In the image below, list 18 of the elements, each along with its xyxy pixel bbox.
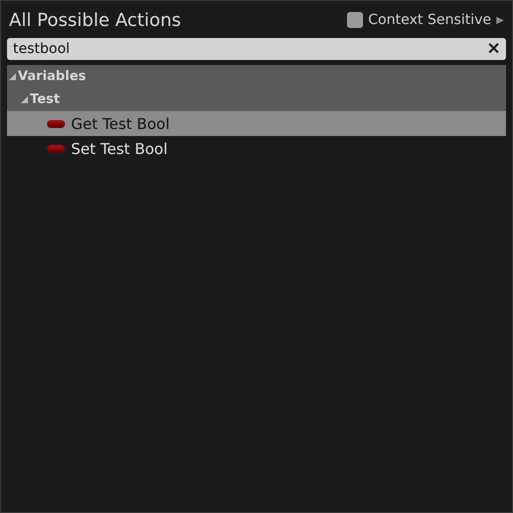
- expand-triangle-icon[interactable]: ◢: [9, 72, 16, 82]
- window-title: All Possible Actions: [9, 10, 181, 30]
- clear-button[interactable]: ✕: [487, 39, 500, 59]
- expand-triangle-icon[interactable]: ◢: [21, 94, 28, 104]
- expand-arrow-icon[interactable]: ▶: [496, 14, 504, 26]
- checkbox-label: Context Sensitive: [368, 12, 492, 28]
- action-item[interactable]: Get Test Bool: [7, 111, 506, 136]
- boolean-pin-icon: [47, 144, 65, 152]
- category-label: Variables: [18, 69, 86, 84]
- category-row[interactable]: ◢Test: [7, 88, 506, 111]
- search-field[interactable]: testbool ✕: [7, 38, 506, 60]
- context-checkbox[interactable]: [347, 12, 364, 28]
- boolean-pin-icon: [47, 120, 65, 128]
- action-item[interactable]: Set Test Bool: [7, 136, 506, 161]
- action-label: Get Test Bool: [71, 114, 170, 132]
- category-row[interactable]: ◢Variables: [7, 65, 506, 88]
- category-label: Test: [30, 92, 60, 107]
- action-label: Set Test Bool: [71, 140, 168, 158]
